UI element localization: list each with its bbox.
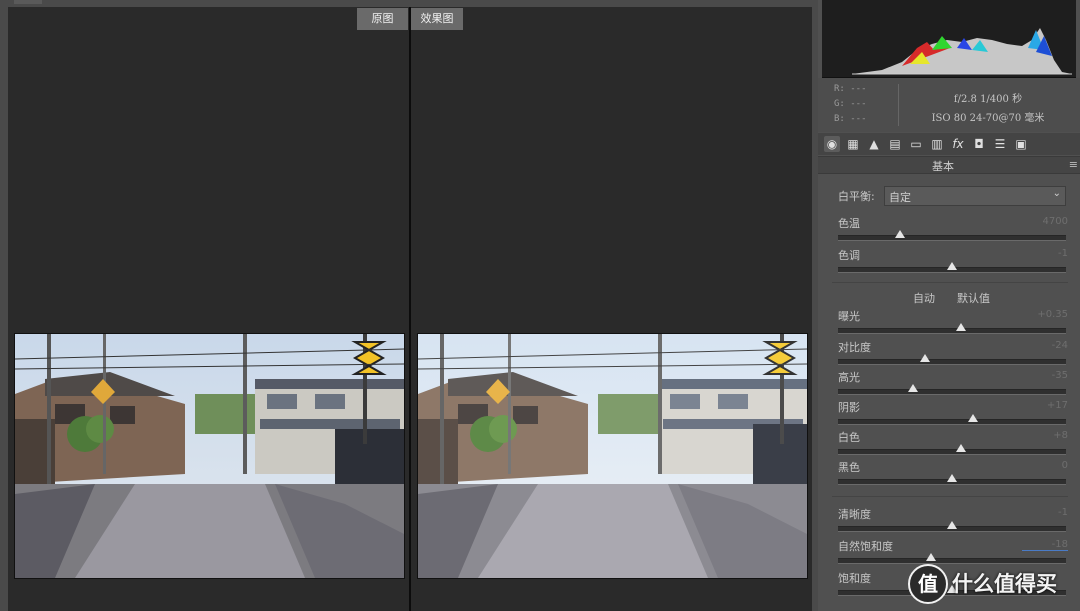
site-watermark: 值 什么值得买 [906, 562, 1076, 604]
pixel-readout: R: --- G: --- B: --- f/2.8 1/400 秒 ISO 8… [818, 78, 1080, 132]
panel-menu-icon[interactable]: ≡ [1069, 158, 1078, 171]
shadows-slider-thumb[interactable] [968, 414, 978, 422]
group-separator [832, 282, 1068, 283]
chevron-down-icon: ⌄ [1052, 188, 1061, 199]
white-balance-label: 白平衡: [838, 190, 875, 203]
preview-toolbar [0, 0, 818, 7]
saturation-label: 饱和度 [838, 572, 871, 585]
lens-icon[interactable]: ▥ [929, 136, 945, 152]
detail-icon[interactable]: ▲ [866, 136, 882, 152]
whites-slider[interactable] [838, 444, 1066, 455]
whites-slider-thumb[interactable] [956, 444, 966, 452]
hsl-icon[interactable]: ▤ [887, 136, 903, 152]
temp-value[interactable]: 4700 [1022, 216, 1068, 227]
histogram [822, 0, 1076, 78]
clarity-slider[interactable] [838, 521, 1066, 532]
g-value: G: --- [834, 99, 867, 109]
basic-section-header: 基本 ≡ [818, 156, 1080, 174]
contrast-slider[interactable] [838, 354, 1066, 365]
tone-curve-icon[interactable]: ▦ [845, 136, 861, 152]
watermark-text: 什么值得买 [952, 572, 1057, 596]
vibrance-slider-thumb[interactable] [926, 553, 936, 561]
contrast-label: 对比度 [838, 341, 871, 354]
before-after-divider[interactable] [409, 7, 411, 611]
preview-area: 原图 效果图 [0, 0, 818, 611]
white-balance-select[interactable]: 自定 ⌄ [884, 186, 1066, 206]
contrast-value[interactable]: -24 [1022, 340, 1068, 351]
vibrance-value[interactable]: -18 [1022, 539, 1068, 551]
presets-icon[interactable]: ☰ [992, 136, 1008, 152]
clarity-value[interactable]: -1 [1022, 507, 1068, 518]
blacks-value[interactable]: 0 [1022, 460, 1068, 471]
shadows-slider[interactable] [838, 414, 1066, 425]
temp-slider-thumb[interactable] [895, 230, 905, 238]
histogram-graph [852, 28, 1072, 75]
watermark-badge: 值 [908, 564, 948, 604]
blacks-slider[interactable] [838, 474, 1066, 485]
group-separator [832, 496, 1068, 497]
auto-button[interactable]: 自动 [913, 290, 935, 306]
before-label: 原图 [357, 8, 408, 30]
panel-tabs: ◉ ▦ ▲ ▤ ▭ ▥ fx ◘ ☰ ▣ [818, 133, 1080, 155]
tint-slider[interactable] [838, 262, 1066, 273]
highlights-slider-thumb[interactable] [908, 384, 918, 392]
exposure-label: 曝光 [838, 310, 860, 323]
white-balance-value: 自定 [889, 191, 911, 204]
adjustment-panel: R: --- G: --- B: --- f/2.8 1/400 秒 ISO 8… [818, 0, 1080, 611]
readout-separator [898, 84, 899, 126]
section-title: 基本 [932, 160, 954, 173]
blacks-label: 黑色 [838, 461, 860, 474]
exif-iso-lens: ISO 80 24-70@70 毫米 [931, 113, 1045, 124]
before-photo[interactable] [14, 333, 405, 579]
split-toning-icon[interactable]: ▭ [908, 136, 924, 152]
clarity-label: 清晰度 [838, 508, 871, 521]
whites-value[interactable]: +8 [1022, 430, 1068, 441]
camera-calibration-icon[interactable]: ◘ [971, 136, 987, 152]
exposure-slider[interactable] [838, 323, 1066, 334]
street-scene-before [15, 334, 404, 578]
left-edge [0, 7, 8, 611]
temp-label: 色温 [838, 217, 860, 230]
whites-label: 白色 [838, 431, 860, 444]
highlights-label: 高光 [838, 371, 860, 384]
after-label: 效果图 [411, 8, 463, 30]
contrast-slider-thumb[interactable] [920, 354, 930, 362]
tint-label: 色调 [838, 249, 860, 262]
highlights-slider[interactable] [838, 384, 1066, 395]
street-scene-after [418, 334, 807, 578]
clarity-slider-thumb[interactable] [947, 521, 957, 529]
temp-slider[interactable] [838, 230, 1066, 241]
exposure-value[interactable]: +0.35 [1022, 309, 1068, 320]
tint-value[interactable]: -1 [1022, 248, 1068, 259]
blacks-slider-thumb[interactable] [947, 474, 957, 482]
b-value: B: --- [834, 114, 867, 124]
snapshots-icon[interactable]: ▣ [1013, 136, 1029, 152]
tint-slider-thumb[interactable] [947, 262, 957, 270]
basic-icon[interactable]: ◉ [824, 136, 840, 152]
highlights-value[interactable]: -35 [1022, 370, 1068, 381]
exposure-slider-thumb[interactable] [956, 323, 966, 331]
shadows-label: 阴影 [838, 401, 860, 414]
shadows-value[interactable]: +17 [1022, 400, 1068, 411]
default-button[interactable]: 默认值 [957, 290, 990, 306]
r-value: R: --- [834, 84, 867, 94]
vibrance-label: 自然饱和度 [838, 540, 893, 553]
exif-aperture-shutter: f/2.8 1/400 秒 [953, 94, 1023, 105]
after-photo[interactable] [417, 333, 808, 579]
fx-icon[interactable]: fx [950, 136, 966, 152]
toolbar-handle[interactable] [14, 0, 42, 4]
